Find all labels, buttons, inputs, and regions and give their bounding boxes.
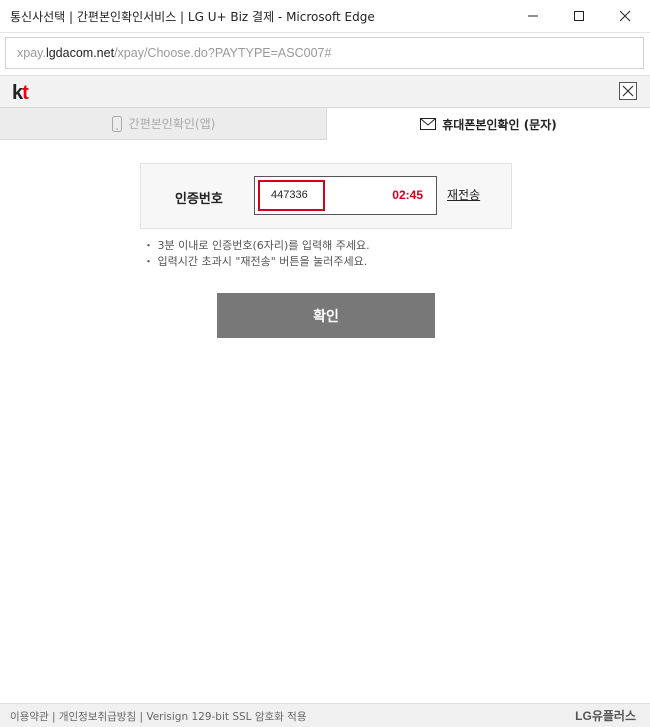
auth-tabs: 간편본인확인(앱) 휴대폰본인확인 (문자) [0, 107, 650, 140]
popup-close-button[interactable] [619, 82, 637, 100]
kt-logo-k: k [12, 82, 23, 104]
verification-input-wrapper[interactable]: 447336 02:45 [254, 176, 437, 215]
close-icon [619, 10, 631, 22]
url-domain: lgdacom.net [45, 46, 115, 60]
tab-sms-auth[interactable]: 휴대폰본인확인 (문자) [327, 107, 650, 140]
url-text[interactable]: xpay.lgdacom.net/xpay/Choose.do?PAYTYPE=… [17, 46, 331, 60]
footer-links[interactable]: 이용약관 | 개인정보취급방침 | Verisign 129-bit SSL 암… [10, 709, 306, 724]
resend-button[interactable]: 재전송 [447, 186, 480, 203]
popup-header: kt [0, 75, 650, 108]
window-titlebar: 통신사선택 | 간편본인확인서비스 | LG U+ Biz 결제 - Micro… [0, 0, 650, 33]
window-title: 통신사선택 | 간편본인확인서비스 | LG U+ Biz 결제 - Micro… [10, 10, 375, 24]
kt-logo: kt [12, 82, 29, 105]
lg-uplus-logo: LG유플러스 [575, 709, 636, 723]
close-icon [622, 85, 634, 97]
verification-code-input[interactable]: 447336 [258, 180, 325, 211]
address-bar[interactable]: xpay.lgdacom.net/xpay/Choose.do?PAYTYPE=… [5, 37, 644, 69]
url-prefix: xpay. [17, 46, 46, 60]
maximize-button[interactable] [556, 0, 602, 32]
maximize-icon [574, 11, 584, 21]
kt-logo-t: t [22, 82, 29, 104]
instruction-notes: ・ 3분 이내로 인증번호(6자리)를 입력해 주세요. ・ 입력시간 초과시 … [143, 238, 370, 270]
close-window-button[interactable] [602, 0, 648, 32]
tab-app-auth[interactable]: 간편본인확인(앱) [0, 107, 327, 140]
verification-box: 인증번호 447336 02:45 재전송 [140, 163, 512, 229]
footer: 이용약관 | 개인정보취급방침 | Verisign 129-bit SSL 암… [0, 703, 650, 727]
tab-app-auth-label: 간편본인확인(앱) [128, 117, 216, 131]
countdown-timer: 02:45 [392, 188, 423, 202]
url-path: /xpay/Choose.do?PAYTYPE=ASC007# [114, 46, 332, 60]
minimize-button[interactable] [510, 0, 556, 32]
confirm-button[interactable]: 확인 [217, 293, 435, 338]
tab-sms-auth-label: 휴대폰본인확인 (문자) [442, 117, 557, 132]
note-time-limit: ・ 3분 이내로 인증번호(6자리)를 입력해 주세요. [143, 239, 370, 252]
minimize-icon [528, 15, 538, 17]
mobile-phone-icon [111, 115, 122, 132]
envelope-icon [420, 118, 437, 130]
note-resend: ・ 입력시간 초과시 "재전송" 버튼을 눌러주세요. [143, 255, 368, 268]
verification-code-label: 인증번호 [175, 192, 223, 207]
